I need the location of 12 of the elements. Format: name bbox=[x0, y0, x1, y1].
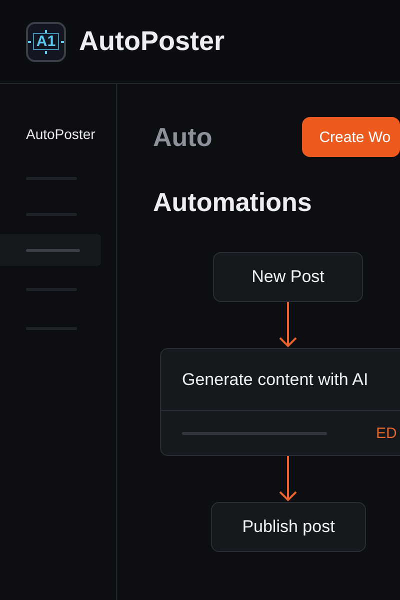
page-heading: Auto bbox=[153, 122, 212, 152]
sidebar-item[interactable] bbox=[0, 234, 101, 266]
section-title: Automations bbox=[153, 187, 313, 218]
app-title: AutoPoster bbox=[79, 26, 225, 57]
arrow bbox=[278, 456, 298, 502]
flow-node[interactable]: New Post bbox=[213, 252, 363, 302]
edit-link[interactable]: ED bbox=[376, 424, 397, 442]
flow-node[interactable]: Publish post bbox=[211, 502, 366, 552]
sidebar-title: AutoPoster bbox=[25, 126, 96, 142]
logo-icon: A1 bbox=[26, 22, 66, 62]
arrow bbox=[278, 302, 298, 348]
step-title: Generate content with AI bbox=[161, 349, 400, 411]
